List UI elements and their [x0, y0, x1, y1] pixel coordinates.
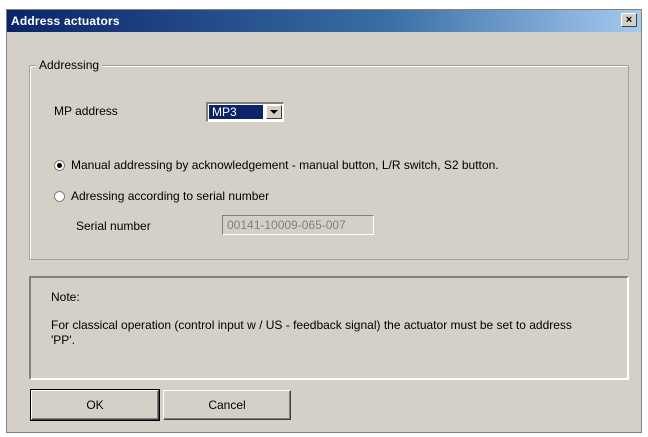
mp-address-combobox[interactable]: MP3: [206, 102, 284, 122]
radio-manual-label: Manual addressing by acknowledgement - m…: [71, 158, 499, 172]
ok-button[interactable]: OK: [30, 389, 160, 421]
note-panel: Note: For classical operation (control i…: [29, 276, 629, 380]
radio-serial-label: Adressing according to serial number: [71, 189, 270, 203]
chevron-down-icon: [270, 110, 278, 114]
note-title: Note:: [51, 290, 80, 304]
radio-manual-addressing[interactable]: Manual addressing by acknowledgement - m…: [54, 158, 499, 172]
radio-manual-indicator[interactable]: [54, 159, 65, 171]
serial-number-label: Serial number: [76, 219, 151, 233]
close-icon: ×: [625, 13, 633, 26]
radio-serial-indicator[interactable]: [54, 190, 65, 202]
mp-address-label: MP address: [54, 104, 118, 118]
cancel-button[interactable]: Cancel: [163, 390, 291, 420]
title-bar[interactable]: Address actuators ×: [7, 10, 641, 32]
address-actuators-dialog: Address actuators × Addressing MP addres…: [6, 9, 642, 433]
close-button[interactable]: ×: [621, 13, 637, 27]
combo-dropdown-button[interactable]: [266, 105, 282, 119]
serial-number-field: 00141-10009-065-007: [222, 215, 374, 235]
dialog-title: Address actuators: [11, 14, 120, 28]
note-text: For classical operation (control input w…: [51, 318, 572, 347]
mp-address-value: MP3: [209, 105, 263, 119]
addressing-group: Addressing MP address MP3 Manual address…: [29, 58, 629, 260]
addressing-group-label: Addressing: [36, 58, 103, 72]
radio-serial-addressing[interactable]: Adressing according to serial number: [54, 189, 269, 203]
